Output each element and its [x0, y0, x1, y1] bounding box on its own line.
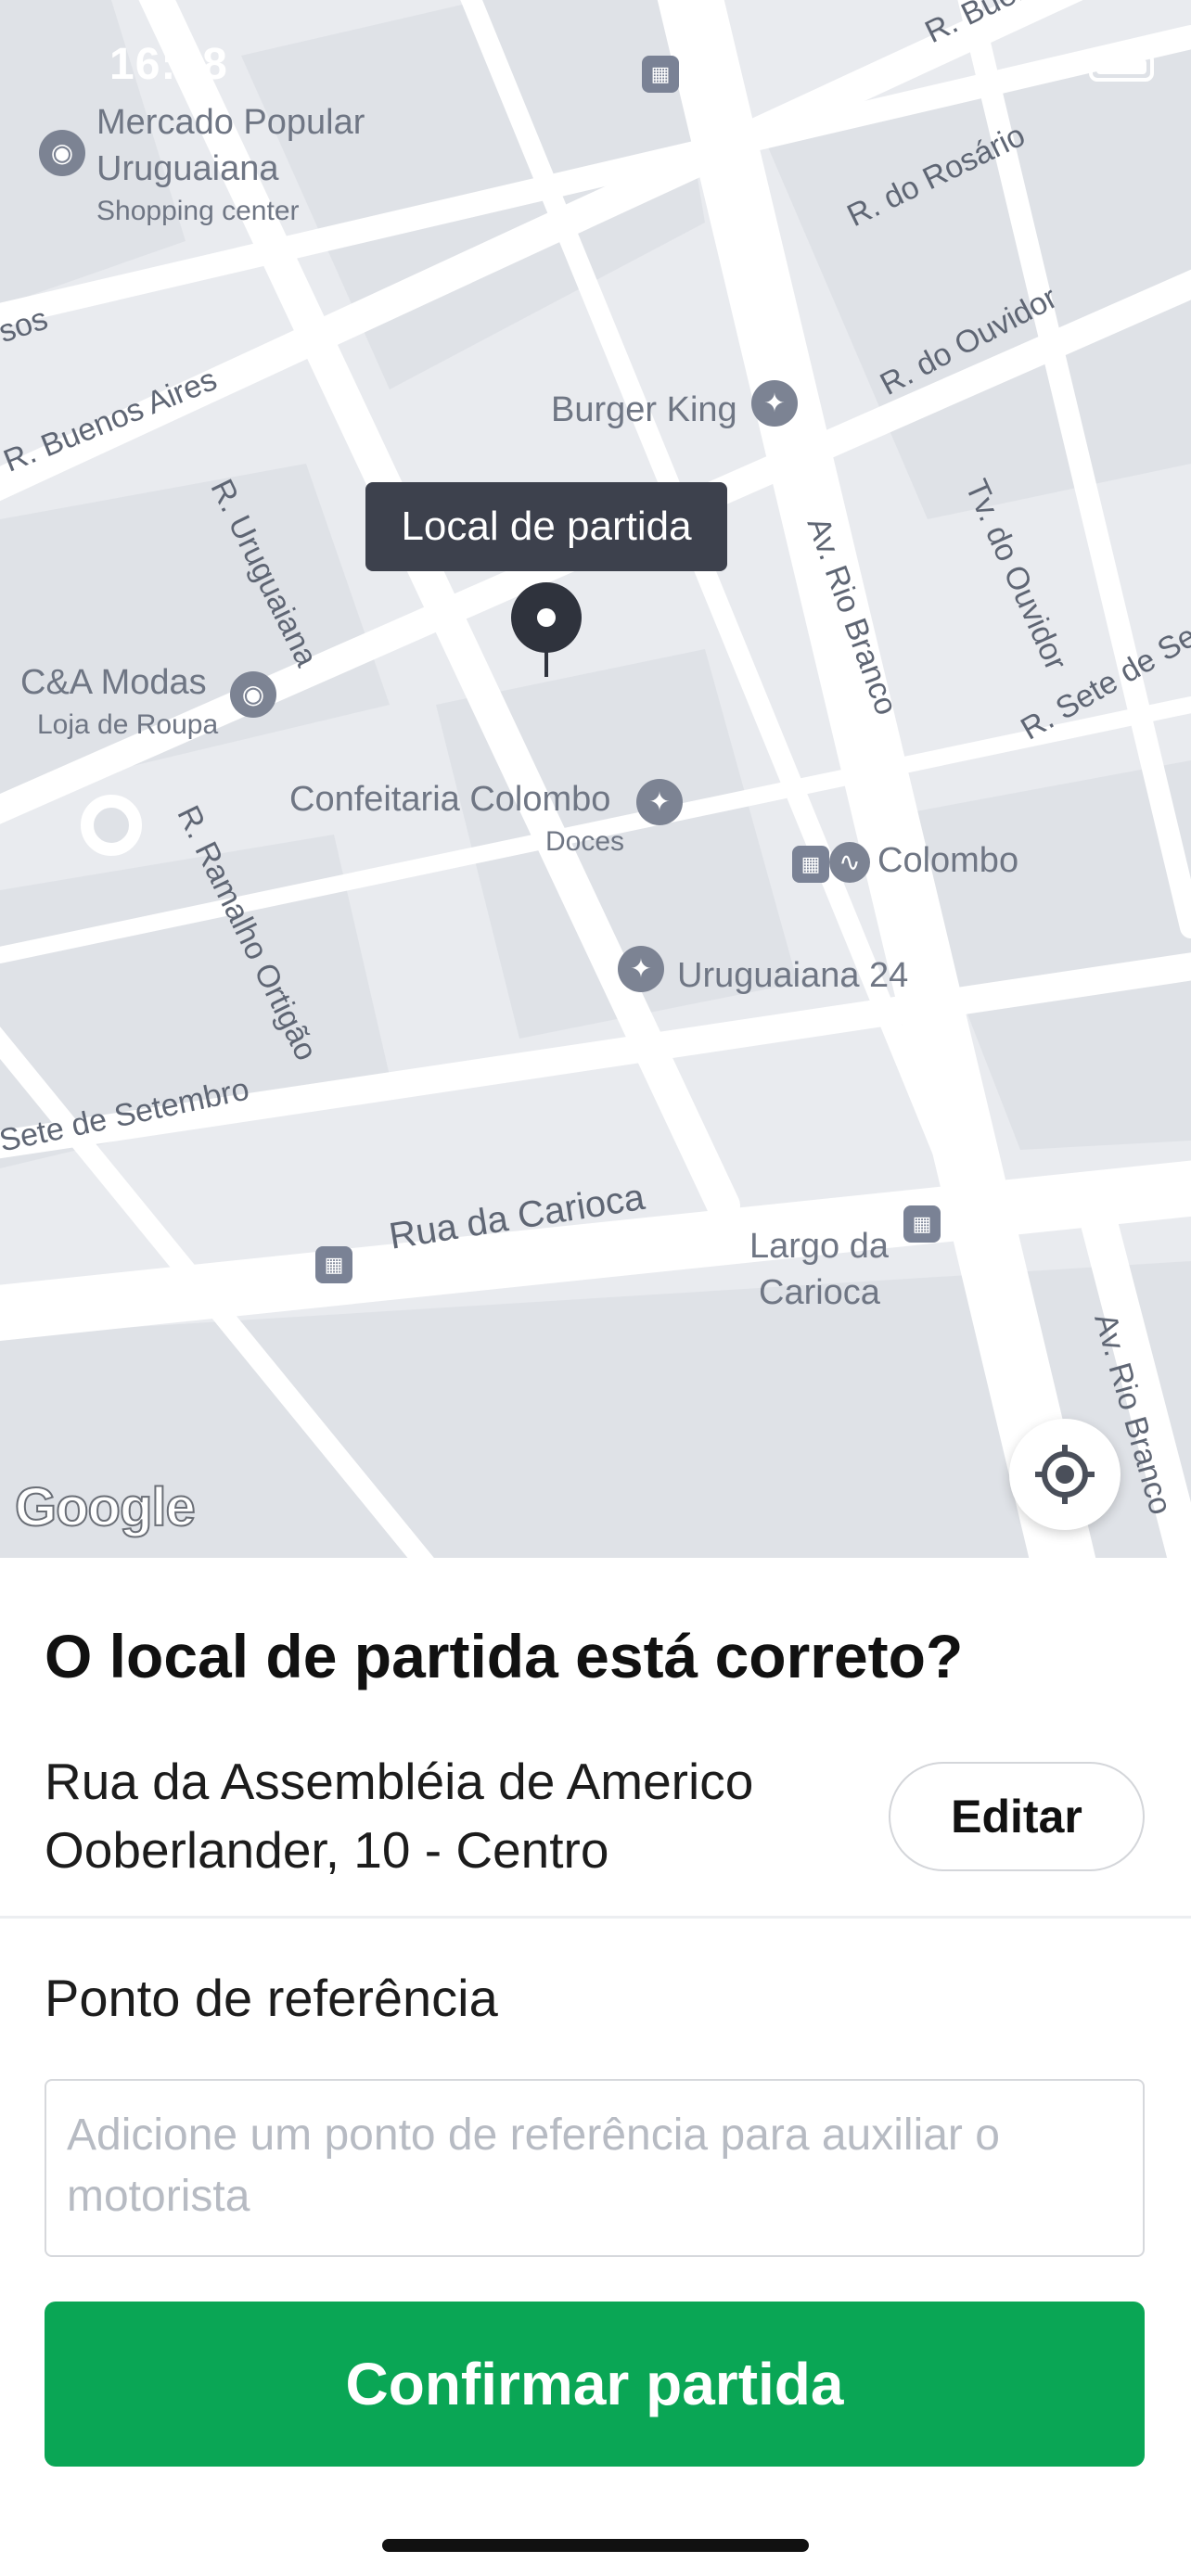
restaurant-icon[interactable]: ✦ — [751, 380, 798, 427]
poi-burger-king-name[interactable]: Burger King — [551, 389, 737, 432]
restaurant-icon[interactable]: ✦ — [618, 946, 664, 992]
poi-confeitaria-category: Doces — [545, 826, 625, 857]
edit-button[interactable]: Editar — [889, 1762, 1145, 1871]
bus-stop-icon[interactable]: ▦ — [315, 1246, 352, 1283]
address-line-1: Rua da Assembléia de Americo — [45, 1753, 754, 1810]
sheet-question: O local de partida está correto? — [45, 1622, 964, 1690]
status-time: 16:08 — [109, 40, 228, 89]
train-icon[interactable]: ▦ — [792, 846, 829, 883]
poi-uruguaiana24-name[interactable]: Uruguaiana 24 — [677, 955, 908, 998]
metro-icon[interactable]: ∿ — [829, 842, 870, 883]
pickup-pin-stem — [544, 649, 548, 677]
google-logo: Google — [14, 1476, 197, 1538]
restaurant-icon[interactable]: ✦ — [636, 779, 683, 825]
pickup-pin-icon[interactable] — [511, 582, 582, 653]
poi-cea-category: Loja de Roupa — [37, 709, 219, 740]
shopping-bag-icon[interactable]: ◉ — [39, 130, 85, 176]
poi-colombo-station-name[interactable]: Colombo — [877, 840, 1018, 883]
poi-largo-name2: Carioca — [759, 1273, 880, 1312]
home-indicator — [382, 2539, 809, 2552]
poi-mercado-name2[interactable]: Uruguaiana — [96, 148, 278, 191]
status-icons — [1043, 52, 1154, 85]
bus-stop-icon[interactable]: ▦ — [642, 56, 679, 93]
pickup-tooltip: Local de partida — [365, 482, 727, 571]
reference-label: Ponto de referência — [45, 1969, 498, 2027]
crosshair-icon — [1035, 1445, 1095, 1504]
poi-mercado-category: Shopping center — [96, 196, 300, 226]
poi-mercado-name1[interactable]: Mercado Popular — [96, 102, 365, 145]
my-location-button[interactable] — [1009, 1419, 1121, 1530]
address-line-2: Ooberlander, 10 - Centro — [45, 1821, 609, 1879]
poi-largo-name1[interactable]: Largo da — [749, 1226, 889, 1269]
shopping-bag-icon[interactable]: ◉ — [230, 671, 276, 718]
battery-icon — [1089, 52, 1154, 82]
pickup-address: Rua da Assembléia de Americo Ooberlander… — [45, 1747, 861, 1884]
bus-stop-icon[interactable]: ▦ — [903, 1205, 941, 1243]
poi-confeitaria-name[interactable]: Confeitaria Colombo — [289, 779, 610, 822]
map-view[interactable]: 16:08 ◉ Mercado Popular Uruguaiana Shopp… — [0, 0, 1191, 1558]
reference-input[interactable] — [45, 2079, 1145, 2257]
poi-cea-name[interactable]: C&A Modas — [20, 662, 207, 705]
divider — [0, 1916, 1191, 1919]
confirm-pickup-button[interactable]: Confirmar partida — [45, 2302, 1145, 2467]
